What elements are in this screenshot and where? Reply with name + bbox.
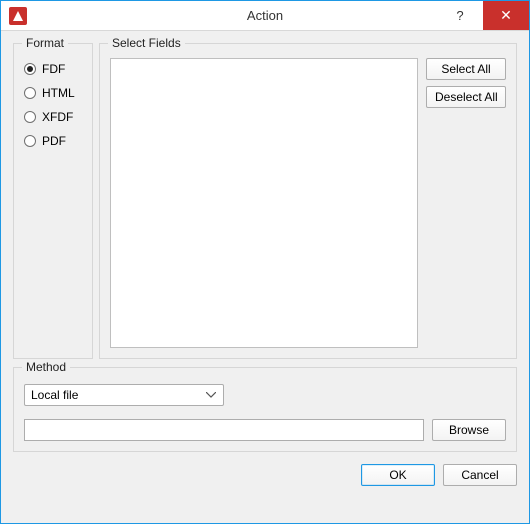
radio-label: FDF — [42, 62, 65, 76]
method-row-select: Local file — [24, 384, 506, 409]
ok-button[interactable]: OK — [361, 464, 435, 486]
radio-html[interactable]: HTML — [24, 86, 82, 100]
close-button[interactable]: ✕ — [483, 1, 529, 30]
format-group: Format FDF HTML XFDF — [13, 43, 93, 359]
radio-icon — [24, 135, 36, 147]
top-row: Format FDF HTML XFDF — [13, 43, 517, 359]
fields-listbox[interactable] — [110, 58, 418, 348]
browse-button[interactable]: Browse — [432, 419, 506, 441]
method-group: Method Local file Browse — [13, 367, 517, 452]
help-icon: ? — [456, 8, 463, 23]
help-button[interactable]: ? — [437, 1, 483, 30]
radio-label: XFDF — [42, 110, 73, 124]
radio-fdf[interactable]: FDF — [24, 62, 82, 76]
radio-label: HTML — [42, 86, 75, 100]
close-icon: ✕ — [500, 7, 512, 24]
method-select-value: Local file — [31, 385, 78, 405]
deselect-all-button[interactable]: Deselect All — [426, 86, 506, 108]
window-controls: ? ✕ — [437, 1, 529, 30]
radio-icon — [24, 63, 36, 75]
cancel-button[interactable]: Cancel — [443, 464, 517, 486]
format-options: FDF HTML XFDF PDF — [24, 62, 82, 148]
radio-label: PDF — [42, 134, 66, 148]
dialog-content: Format FDF HTML XFDF — [1, 31, 529, 523]
app-icon — [9, 7, 27, 25]
radio-icon — [24, 111, 36, 123]
select-fields-group: Select Fields Select All Deselect All — [99, 43, 517, 359]
select-fields-legend: Select Fields — [108, 36, 185, 50]
method-legend: Method — [22, 360, 70, 374]
method-row-path: Browse — [24, 419, 506, 441]
method-select[interactable]: Local file — [24, 384, 224, 406]
action-dialog: Action ? ✕ Format FDF HTM — [0, 0, 530, 524]
radio-icon — [24, 87, 36, 99]
titlebar: Action ? ✕ — [1, 1, 529, 31]
radio-pdf[interactable]: PDF — [24, 134, 82, 148]
radio-xfdf[interactable]: XFDF — [24, 110, 82, 124]
method-path-input[interactable] — [24, 419, 424, 441]
chevron-down-icon — [203, 385, 219, 405]
dialog-footer: OK Cancel — [13, 460, 517, 486]
select-all-button[interactable]: Select All — [426, 58, 506, 80]
fields-buttons: Select All Deselect All — [426, 58, 506, 348]
format-legend: Format — [22, 36, 68, 50]
